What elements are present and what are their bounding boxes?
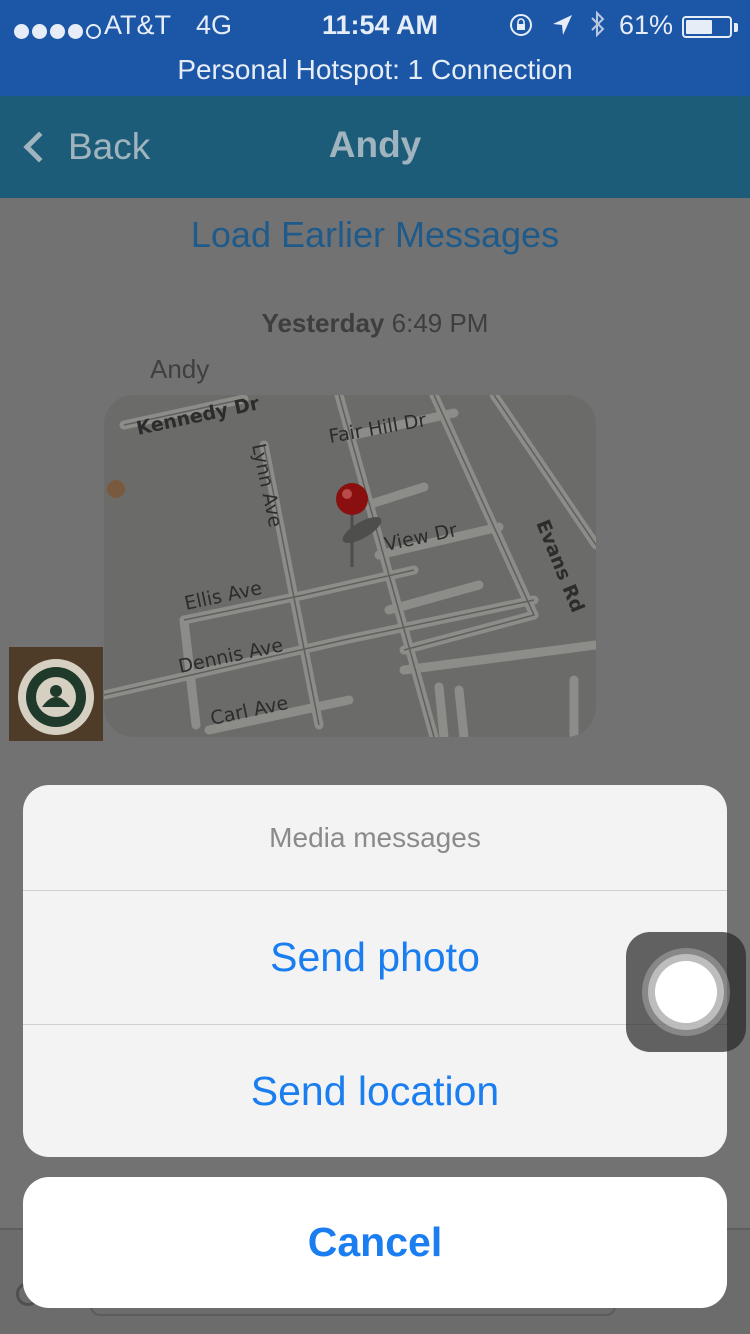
action-sheet: Media messages Send photo Send location <box>23 785 727 1157</box>
starbucks-logo-icon <box>9 647 103 741</box>
assistive-touch-button[interactable] <box>626 932 746 1052</box>
bluetooth-icon <box>589 10 607 45</box>
location-arrow-icon <box>550 12 574 45</box>
navigation-bar: Back Andy <box>0 96 750 198</box>
battery-icon <box>682 16 732 38</box>
action-sheet-title: Media messages <box>269 822 481 853</box>
load-earlier-button[interactable]: Load Earlier Messages <box>0 214 750 256</box>
message-timestamp: Yesterday 6:49 PM <box>0 308 750 339</box>
assistive-touch-core <box>655 961 717 1023</box>
battery-percent: 61% <box>619 10 674 40</box>
timestamp-time: 6:49 PM <box>391 308 489 338</box>
timestamp-day: Yesterday <box>261 308 385 338</box>
status-bar: AT&T 4G 11:54 AM 61% Personal Hotspot: 1… <box>0 0 750 96</box>
avatar[interactable] <box>9 647 103 741</box>
map-image: Kennedy Dr Fair Hill Dr Lynn Ave View Dr… <box>104 395 596 737</box>
hotspot-banner[interactable]: Personal Hotspot: 1 Connection <box>0 54 750 86</box>
rotation-lock-icon <box>508 12 534 45</box>
send-location-button[interactable]: Send location <box>23 1025 727 1157</box>
status-icons <box>508 10 615 45</box>
status-row: AT&T 4G 11:54 AM 61% <box>0 8 750 48</box>
page-title: Andy <box>328 124 422 165</box>
send-photo-button[interactable]: Send photo <box>23 891 727 1023</box>
cancel-button[interactable]: Cancel <box>23 1177 727 1308</box>
battery-tip <box>734 23 738 32</box>
sender-name: Andy <box>150 354 210 384</box>
location-map-message[interactable]: Kennedy Dr Fair Hill Dr Lynn Ave View Dr… <box>104 395 596 737</box>
chat-view: Load Earlier Messages Yesterday 6:49 PM … <box>0 198 750 1334</box>
battery-fill <box>686 20 712 34</box>
